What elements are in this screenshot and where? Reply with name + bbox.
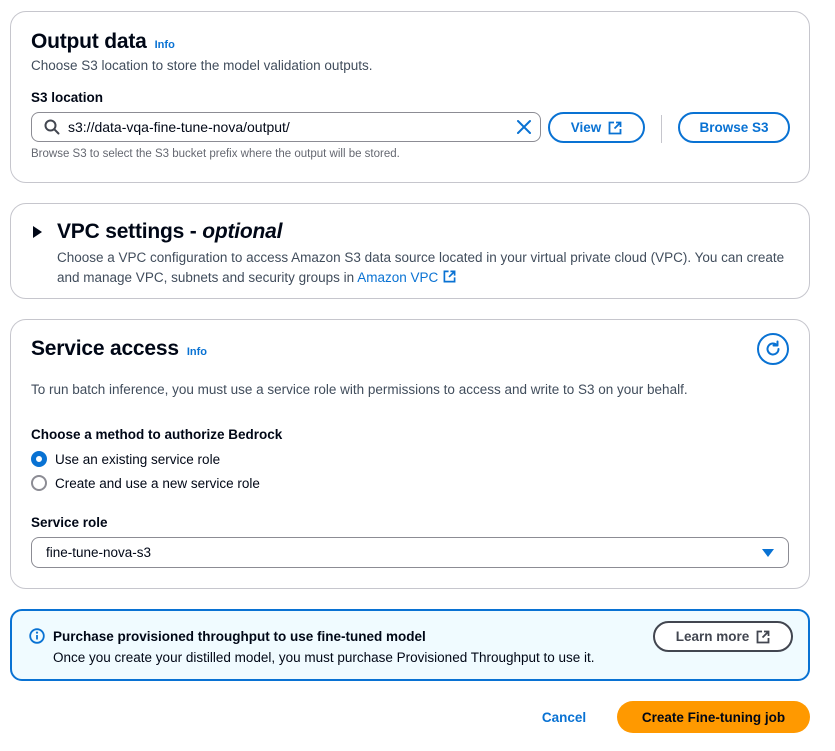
radio-new-role[interactable]: Create and use a new service role [31, 475, 260, 491]
radio-label: Create and use a new service role [55, 475, 260, 491]
optional-label: optional [202, 220, 283, 243]
output-data-description: Choose S3 location to store the model va… [31, 58, 373, 73]
refresh-icon [766, 340, 780, 356]
s3-location-label: S3 location [31, 90, 104, 105]
cancel-button[interactable]: Cancel [530, 702, 598, 732]
learn-more-button[interactable]: Learn more [653, 621, 793, 652]
create-fine-tuning-job-button[interactable]: Create Fine-tuning job [617, 701, 810, 733]
service-access-title: Service access [31, 337, 179, 360]
service-access-panel: Service access Info To run batch inferen… [10, 319, 810, 589]
radio-existing-role[interactable]: Use an existing service role [31, 451, 220, 467]
vpc-settings-description: Choose a VPC configuration to access Ama… [57, 250, 785, 285]
s3-location-hint: Browse S3 to select the S3 bucket prefix… [31, 148, 400, 160]
authorize-method-label: Choose a method to authorize Bedrock [31, 427, 283, 442]
output-data-title: Output data [31, 30, 147, 53]
service-role-value: fine-tune-nova-s3 [46, 545, 152, 560]
clear-icon[interactable] [516, 119, 532, 135]
view-button-label: View [570, 120, 602, 135]
service-access-info-link[interactable]: Info [187, 346, 207, 358]
alert-title: Purchase provisioned throughput to use f… [53, 629, 426, 644]
caret-down-icon [762, 548, 774, 557]
output-data-info-link[interactable]: Info [155, 39, 175, 51]
external-link-icon [756, 630, 770, 643]
s3-location-search [31, 112, 541, 142]
search-icon [44, 119, 60, 135]
info-icon [29, 628, 45, 644]
refresh-button[interactable] [757, 333, 789, 365]
service-role-label: Service role [31, 515, 108, 530]
amazon-vpc-link[interactable]: Amazon VPC [357, 270, 456, 285]
browse-s3-button[interactable]: Browse S3 [678, 112, 790, 143]
button-divider [661, 115, 662, 143]
expand-caret-icon[interactable] [33, 226, 42, 238]
s3-location-input[interactable] [68, 119, 516, 135]
external-link-icon [608, 121, 622, 134]
radio-label: Use an existing service role [55, 451, 221, 467]
radio-button[interactable] [31, 475, 47, 491]
service-role-select[interactable]: fine-tune-nova-s3 [31, 537, 789, 568]
learn-more-label: Learn more [675, 629, 750, 644]
vpc-settings-title[interactable]: VPC settings - optional [57, 220, 282, 244]
view-button[interactable]: View [548, 112, 645, 143]
external-link-icon [443, 270, 456, 283]
radio-button-selected[interactable] [31, 451, 47, 467]
vpc-settings-panel: VPC settings - optional Choose a VPC con… [10, 203, 810, 299]
info-alert: Purchase provisioned throughput to use f… [10, 609, 810, 681]
service-access-description: To run batch inference, you must use a s… [31, 382, 688, 397]
alert-body: Once you create your distilled model, yo… [53, 650, 595, 665]
output-data-panel: Output data Info Choose S3 location to s… [10, 11, 810, 183]
